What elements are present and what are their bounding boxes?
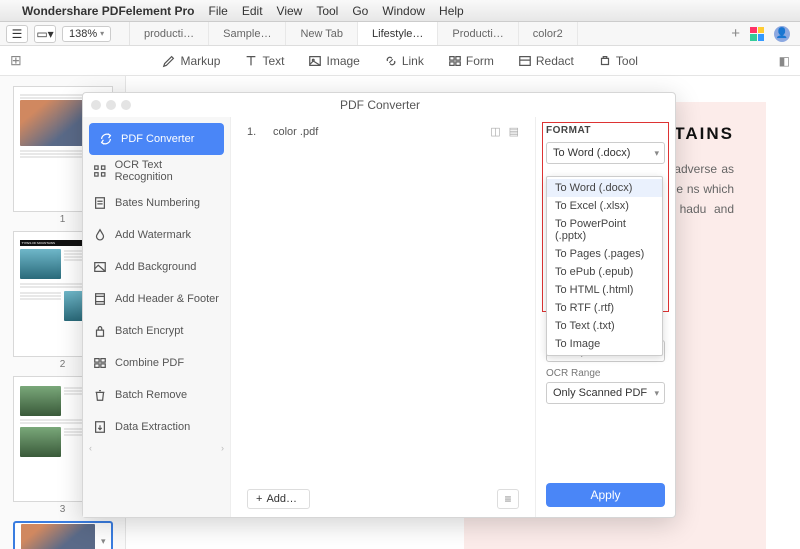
system-menubar: Wondershare PDFelement Pro File Edit Vie…: [0, 0, 800, 22]
tab-sample[interactable]: Sample…: [209, 22, 286, 45]
user-avatar-icon[interactable]: 👤: [774, 26, 790, 42]
format-heading: FORMAT: [546, 125, 665, 136]
sidebar-item-extraction[interactable]: Data Extraction: [83, 411, 230, 443]
collapse-right-icon[interactable]: ›: [221, 443, 224, 453]
sidebar-item-header-footer[interactable]: Add Header & Footer: [83, 283, 230, 315]
add-file-button[interactable]: +Add…: [247, 489, 310, 509]
link-button[interactable]: Link: [384, 54, 424, 68]
format-opt-word[interactable]: To Word (.docx): [547, 179, 662, 197]
format-select[interactable]: To Word (.docx): [546, 142, 665, 164]
format-opt-image[interactable]: To Image: [547, 335, 662, 353]
format-opt-excel[interactable]: To Excel (.xlsx): [547, 197, 662, 215]
sidebar-item-background[interactable]: Add Background: [83, 251, 230, 283]
toolbar: ⊞ Markup Text Image Link Form Redact Too…: [0, 46, 800, 76]
format-opt-epub[interactable]: To ePub (.epub): [547, 263, 662, 281]
redact-button[interactable]: Redact: [518, 54, 574, 68]
format-opt-pages[interactable]: To Pages (.pages): [547, 245, 662, 263]
list-options-icon[interactable]: ≡: [497, 489, 519, 509]
grid-toggle-icon[interactable]: ⊞: [10, 52, 22, 69]
file-options-icon[interactable]: ▤: [509, 125, 519, 138]
app-name[interactable]: Wondershare PDFelement Pro: [22, 4, 195, 18]
tab-newtab[interactable]: New Tab: [286, 22, 358, 45]
options-panel: FORMAT To Word (.docx) To Word (.docx) T…: [535, 117, 675, 517]
format-dropdown: To Word (.docx) To Excel (.xlsx) To Powe…: [546, 176, 663, 356]
format-opt-ppt[interactable]: To PowerPoint (.pptx): [547, 215, 662, 245]
close-icon[interactable]: [91, 100, 101, 110]
sidebar-item-encrypt[interactable]: Batch Encrypt: [83, 315, 230, 347]
form-button[interactable]: Form: [448, 54, 494, 68]
menu-tool[interactable]: Tool: [316, 4, 338, 18]
markup-button[interactable]: Markup: [162, 54, 220, 68]
format-opt-html[interactable]: To HTML (.html): [547, 281, 662, 299]
apps-grid-icon[interactable]: [750, 27, 764, 41]
sidebar-item-ocr[interactable]: OCR Text Recognition: [83, 155, 230, 187]
ocr-range-select[interactable]: Only Scanned PDF: [546, 382, 665, 404]
zoom-selector[interactable]: 138%▾: [62, 26, 111, 42]
sidebar-item-watermark[interactable]: Add Watermark: [83, 219, 230, 251]
file-index: 1.: [247, 126, 259, 138]
menu-view[interactable]: View: [277, 4, 303, 18]
collapse-left-icon[interactable]: ‹: [89, 443, 92, 453]
view-mode-icon[interactable]: ▭▾: [34, 25, 56, 43]
zoom-window-icon[interactable]: [121, 100, 131, 110]
format-opt-text[interactable]: To Text (.txt): [547, 317, 662, 335]
panel-toggle-icon[interactable]: ◧: [779, 54, 790, 68]
tab-lifestyle[interactable]: Lifestyle…: [358, 22, 438, 45]
tab-color2[interactable]: color2: [519, 22, 578, 45]
menu-help[interactable]: Help: [439, 4, 464, 18]
apply-button[interactable]: Apply: [546, 483, 665, 507]
sidebar-item-remove[interactable]: Batch Remove: [83, 379, 230, 411]
plus-icon: +: [256, 493, 262, 505]
menu-edit[interactable]: Edit: [242, 4, 263, 18]
menu-go[interactable]: Go: [352, 4, 368, 18]
page-thumb-4[interactable]: [13, 521, 113, 549]
pdf-converter-dialog: PDF Converter PDF Converter OCR Text Rec…: [82, 92, 676, 518]
sidebar-item-combine[interactable]: Combine PDF: [83, 347, 230, 379]
tab-producti2[interactable]: Producti…: [438, 22, 518, 45]
menu-window[interactable]: Window: [382, 4, 425, 18]
thumb-controls: ☰ ▭▾ 138%▾: [0, 22, 130, 45]
file-list: 1. color .pdf ◫ ▤ +Add… ≡: [231, 117, 535, 517]
minimize-icon[interactable]: [106, 100, 116, 110]
page-range-icon[interactable]: ◫: [490, 125, 500, 138]
thumbnails-toggle-icon[interactable]: ☰: [6, 25, 28, 43]
text-button[interactable]: Text: [244, 54, 284, 68]
zoom-value: 138%: [69, 28, 97, 40]
converter-sidebar: PDF Converter OCR Text Recognition Bates…: [83, 117, 231, 517]
menu-file[interactable]: File: [209, 4, 228, 18]
tab-producti[interactable]: producti…: [130, 22, 209, 45]
dialog-title: PDF Converter: [136, 98, 624, 112]
file-row[interactable]: 1. color .pdf ◫ ▤: [247, 125, 519, 138]
format-opt-rtf[interactable]: To RTF (.rtf): [547, 299, 662, 317]
dialog-titlebar[interactable]: PDF Converter: [83, 93, 675, 117]
tool-button[interactable]: Tool: [598, 54, 638, 68]
image-button[interactable]: Image: [308, 54, 359, 68]
new-tab-icon[interactable]: +: [731, 25, 740, 42]
document-tabs: producti… Sample… New Tab Lifestyle… Pro…: [130, 22, 721, 45]
ocr-range-label: OCR Range: [546, 368, 665, 379]
file-name: color .pdf: [273, 126, 318, 138]
tab-strip: ☰ ▭▾ 138%▾ producti… Sample… New Tab Lif…: [0, 22, 800, 46]
sidebar-item-pdf-converter[interactable]: PDF Converter: [89, 123, 224, 155]
sidebar-item-bates[interactable]: Bates Numbering: [83, 187, 230, 219]
